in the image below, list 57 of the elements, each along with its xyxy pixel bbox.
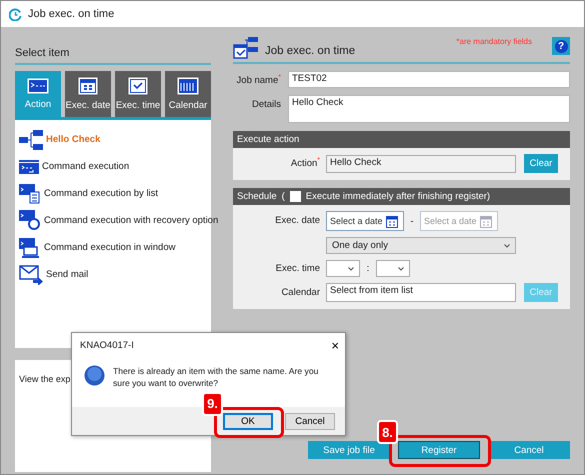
dialog-button[interactable]: OK (223, 412, 273, 430)
time-dropdown[interactable] (326, 260, 360, 277)
calendar-icon (480, 214, 492, 228)
description-text: View the exp (19, 374, 70, 384)
list-item[interactable]: Command execution in window (44, 242, 176, 253)
input-field[interactable]: TEST02 (288, 71, 570, 88)
field-label: Calendar (280, 286, 320, 300)
field-label: Action$^{*}$ (290, 156, 320, 170)
calendar-icon (386, 214, 398, 228)
repeat-dropdown[interactable]: One day only (326, 237, 516, 254)
help-button[interactable]: ? (552, 37, 570, 55)
tab[interactable]: Calendar (165, 71, 211, 117)
step-badge: 8. (377, 420, 398, 444)
step-badge: 9. (202, 392, 223, 416)
terminal-icon (19, 160, 39, 174)
list-icon (19, 184, 41, 204)
calendar-field[interactable]: Select from item list (326, 283, 516, 302)
list-item[interactable]: Command execution by list (44, 188, 158, 199)
chevron-icon (348, 266, 354, 270)
grid-icon (177, 77, 199, 95)
laptop-icon (19, 238, 41, 258)
details-field[interactable]: Hello Check (288, 95, 570, 123)
schedule-icon (233, 37, 259, 59)
field-label: Job name$^{*}$ (236, 74, 282, 88)
checkbox-label: Execute immediately after finishing register) (306, 191, 490, 202)
separator-text: - (410, 216, 414, 226)
chevron-icon (398, 266, 404, 270)
list-item[interactable]: Command execution with recovery option (44, 215, 218, 226)
field-label: Details (250, 98, 282, 112)
recovery-icon (19, 210, 41, 231)
mandatory-note: *are mandatory fields (456, 37, 532, 46)
date-field[interactable]: Select a date (326, 211, 404, 231)
checkbox[interactable] (290, 191, 301, 202)
close-button[interactable]: × (331, 338, 339, 352)
tab[interactable]: Exec. date (65, 71, 111, 117)
section-title: Execute action (237, 134, 300, 145)
dialog-message: There is already an item with the same name. Are you sure you want to overwrite? (113, 365, 320, 389)
list-item[interactable]: Send mail (46, 269, 88, 280)
section-title: Schedule (237, 191, 277, 202)
chevron-icon (504, 244, 510, 248)
form-title: Job exec. on time (265, 45, 356, 57)
tab[interactable]: Exec. time (115, 71, 161, 117)
paren-text: ( (282, 191, 285, 202)
window-title: Job exec. on time (28, 8, 114, 20)
mail-icon (19, 264, 43, 284)
time-dropdown[interactable] (376, 260, 410, 277)
dialog-button[interactable]: Cancel (285, 412, 335, 430)
calendar-icon (78, 77, 98, 95)
section-title: Select item (15, 37, 211, 65)
field-label: Exec. time (274, 262, 320, 276)
flowchart-icon (19, 130, 43, 150)
separator-text: : (366, 263, 370, 274)
list-item[interactable]: Command execution (42, 161, 130, 172)
action-field[interactable]: Hello Check (326, 154, 516, 172)
terminal-icon (27, 78, 49, 94)
dialog-title: KNAO4017-I (80, 340, 134, 350)
field-label: Exec. date (274, 214, 320, 228)
